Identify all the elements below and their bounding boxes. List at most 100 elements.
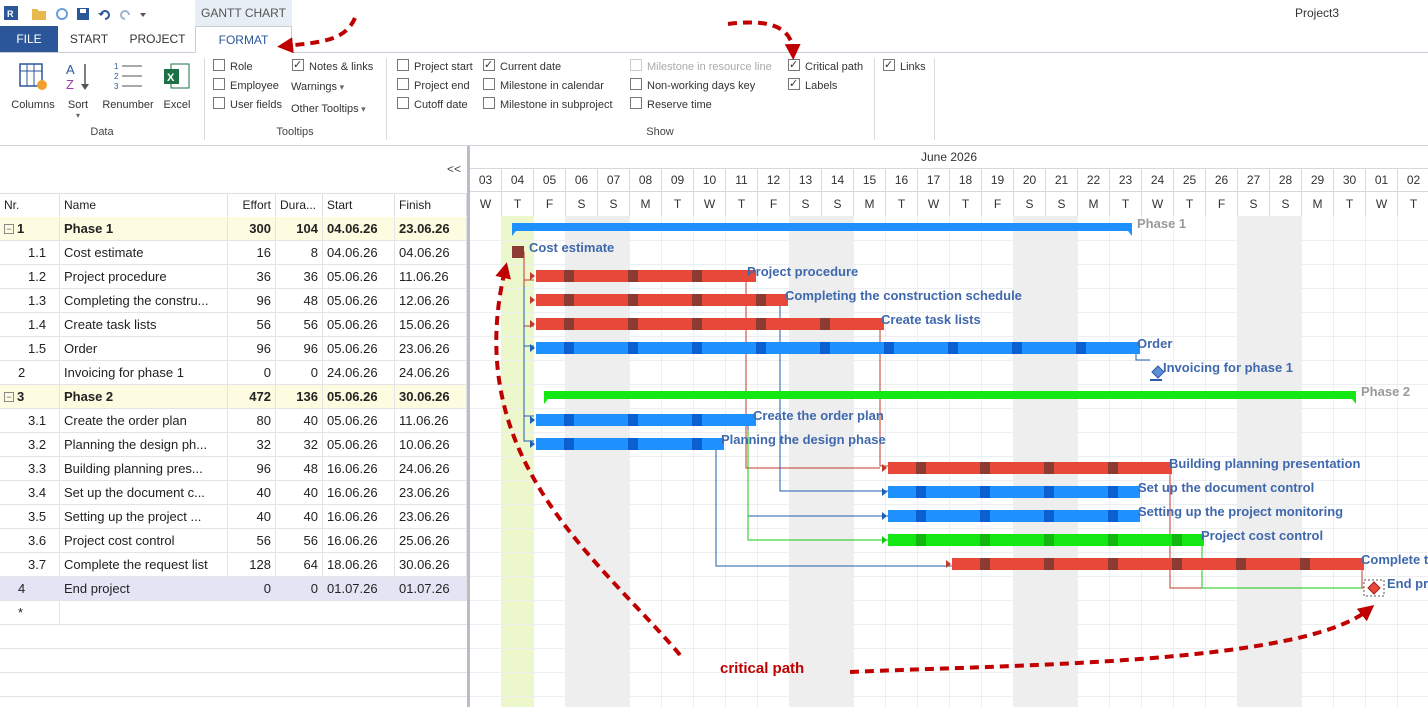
task-bar-segment[interactable] (820, 342, 830, 354)
cell-name[interactable]: Invoicing for phase 1 (60, 361, 228, 385)
summary-bar-end-cap[interactable] (1128, 231, 1132, 236)
undo-icon[interactable] (98, 10, 110, 20)
current-date-checkbox[interactable]: Current date (483, 57, 561, 75)
link-arrow-icon[interactable] (530, 416, 535, 424)
tab-format[interactable]: FORMAT (195, 26, 292, 53)
cell-duration[interactable]: 48 (276, 289, 323, 313)
task-bar-segment[interactable] (980, 558, 990, 570)
tab-start[interactable]: START (58, 26, 120, 52)
link-arrow-icon[interactable] (882, 488, 887, 496)
task-row[interactable]: 4 End project 0 0 01.07.26 01.07.26 (0, 577, 467, 601)
new-task-row[interactable]: * (0, 601, 467, 625)
cell-duration[interactable]: 48 (276, 457, 323, 481)
cell-finish[interactable]: 23.06.26 (395, 217, 467, 241)
cell-name[interactable]: Setting up the project ... (60, 505, 228, 529)
task-bar-segment[interactable] (980, 486, 990, 498)
cell-nr[interactable]: 1.2 (0, 265, 60, 289)
cell-effort[interactable]: 300 (228, 217, 276, 241)
summary-bar[interactable] (544, 391, 1356, 399)
cell-name[interactable]: Phase 1 (60, 217, 228, 241)
cell-name[interactable]: Phase 2 (60, 385, 228, 409)
project-start-checkbox[interactable]: Project start (397, 59, 473, 75)
task-bar-segment[interactable] (692, 294, 702, 306)
cell-nr[interactable]: 3.1 (0, 409, 60, 433)
task-bar-segment[interactable] (564, 270, 574, 282)
link-arrow-icon[interactable] (530, 320, 535, 328)
refresh-icon[interactable] (56, 8, 68, 20)
task-bar-segment[interactable] (1044, 558, 1054, 570)
save-icon[interactable] (77, 8, 89, 20)
task-bar-segment[interactable] (628, 414, 638, 426)
cell-start[interactable]: 24.06.26 (323, 361, 395, 385)
customize-qat-icon[interactable] (140, 13, 146, 17)
task-bar-segment[interactable] (980, 462, 990, 474)
link-arrow-icon[interactable] (882, 536, 887, 544)
cell-duration[interactable]: 40 (276, 505, 323, 529)
cell-name[interactable]: End project (60, 577, 228, 601)
task-bar-segment[interactable] (564, 342, 574, 354)
tab-file[interactable]: FILE (0, 26, 58, 52)
cutoff-date-checkbox[interactable]: Cutoff date (397, 97, 468, 113)
cell-nr[interactable]: 1.4 (0, 313, 60, 337)
user-fields-checkbox[interactable]: User fields (213, 97, 282, 113)
cell-finish[interactable]: 23.06.26 (395, 481, 467, 505)
cell-start[interactable]: 05.06.26 (323, 409, 395, 433)
cell-name[interactable]: Cost estimate (60, 241, 228, 265)
cell-effort[interactable]: 96 (228, 457, 276, 481)
task-bar-segment[interactable] (916, 486, 926, 498)
cell-finish[interactable]: 12.06.26 (395, 289, 467, 313)
link-arrow-icon[interactable] (882, 464, 887, 472)
cell-start[interactable]: 18.06.26 (323, 553, 395, 577)
summary-task-row[interactable]: −3 Phase 2 472 136 05.06.26 30.06.26 (0, 385, 467, 409)
column-header-nr[interactable]: Nr. (0, 194, 60, 216)
cell-duration[interactable]: 40 (276, 481, 323, 505)
cell-duration[interactable]: 56 (276, 529, 323, 553)
project-end-checkbox[interactable]: Project end (397, 78, 470, 94)
cell-finish[interactable]: 10.06.26 (395, 433, 467, 457)
task-bar[interactable] (536, 342, 1140, 354)
task-bar-segment[interactable] (564, 318, 574, 330)
task-bar-segment[interactable] (1236, 558, 1246, 570)
cell-effort[interactable]: 128 (228, 553, 276, 577)
task-bar-segment[interactable] (692, 270, 702, 282)
cell-duration[interactable]: 104 (276, 217, 323, 241)
task-row[interactable]: 3.6 Project cost control 56 56 16.06.26 25.06… (0, 529, 467, 553)
task-bar-segment[interactable] (1044, 486, 1054, 498)
cell-duration[interactable]: 56 (276, 313, 323, 337)
task-bar-segment[interactable] (692, 342, 702, 354)
link-arrow-icon[interactable] (530, 344, 535, 352)
column-header-finish[interactable]: Finish (395, 194, 467, 216)
cell-name[interactable]: Set up the document c... (60, 481, 228, 505)
other-tooltips-dropdown[interactable]: Other Tooltips (291, 103, 366, 115)
cell-nr[interactable]: 1.5 (0, 337, 60, 361)
cell-effort[interactable]: 0 (228, 361, 276, 385)
task-row[interactable]: 1.2 Project procedure 36 36 05.06.26 11.06.26 (0, 265, 467, 289)
cell-duration[interactable]: 8 (276, 241, 323, 265)
cell-effort[interactable]: 56 (228, 529, 276, 553)
task-bar-segment[interactable] (1108, 462, 1118, 474)
cell-nr[interactable]: −3 (0, 385, 60, 409)
cell-finish[interactable]: 01.07.26 (395, 577, 467, 601)
task-row[interactable]: 3.7 Complete the request list 128 64 18.06.2… (0, 553, 467, 577)
cell-start[interactable]: 05.06.26 (323, 313, 395, 337)
cell-duration[interactable]: 36 (276, 265, 323, 289)
cell-start[interactable]: 04.06.26 (323, 241, 395, 265)
task-bar-segment[interactable] (1044, 462, 1054, 474)
renumber-button[interactable]: 1 2 3 Renumber (100, 60, 156, 111)
task-bar-segment[interactable] (628, 270, 638, 282)
cell-start[interactable]: 05.06.26 (323, 265, 395, 289)
task-row[interactable]: 1.5 Order 96 96 05.06.26 23.06.26 (0, 337, 467, 361)
task-row[interactable]: 3.2 Planning the design ph... 32 32 05.06.26… (0, 433, 467, 457)
task-row[interactable]: 3.1 Create the order plan 80 40 05.06.26 11.0… (0, 409, 467, 433)
cell-nr[interactable]: 2 (0, 361, 60, 385)
column-header-start[interactable]: Start (323, 194, 395, 216)
cell-start[interactable]: 05.06.26 (323, 337, 395, 361)
cell-effort[interactable]: 40 (228, 481, 276, 505)
sort-button[interactable]: A Z Sort ▾ (62, 60, 94, 120)
task-bar-segment[interactable] (1012, 342, 1022, 354)
tab-project[interactable]: PROJECT (120, 26, 195, 52)
cell-name[interactable]: Building planning pres... (60, 457, 228, 481)
task-bar[interactable] (512, 246, 524, 258)
task-row[interactable]: 1.3 Completing the constru... 96 48 05.06.26… (0, 289, 467, 313)
cell-start[interactable]: 05.06.26 (323, 289, 395, 313)
